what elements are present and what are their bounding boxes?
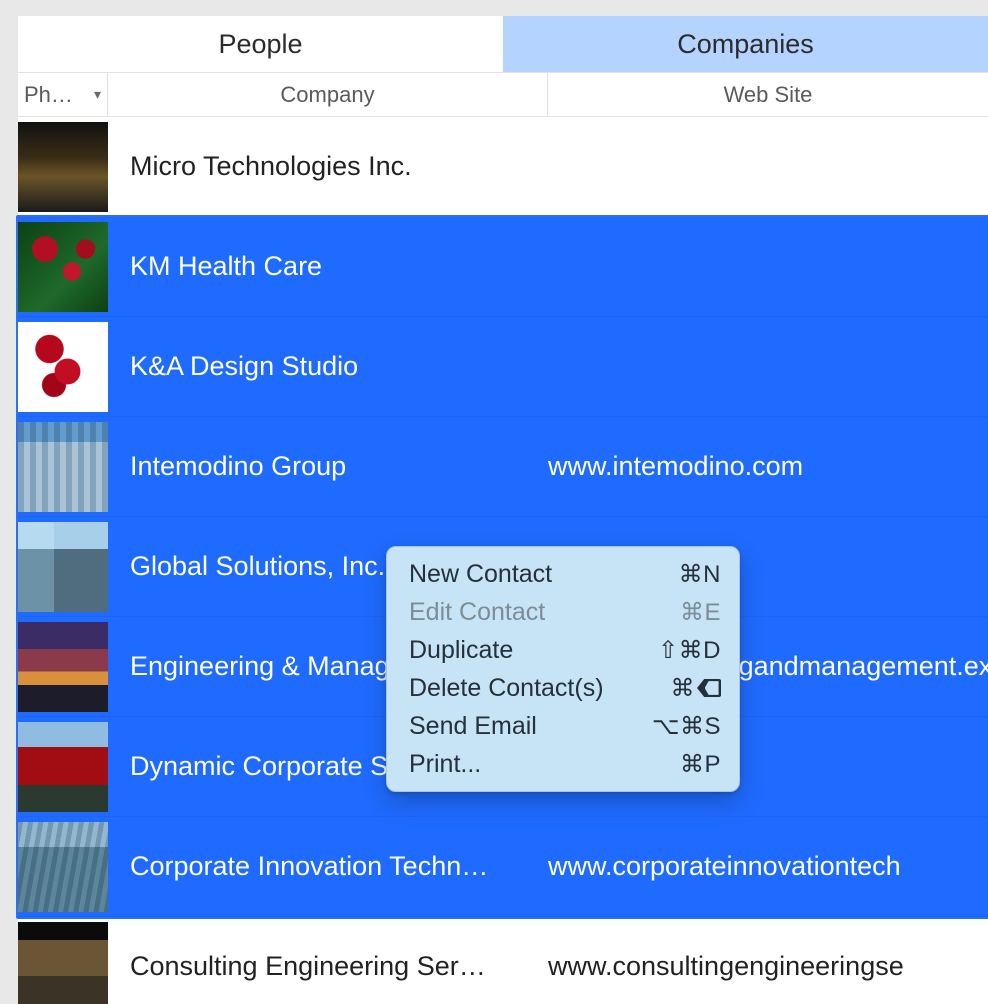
company-name: Consulting Engineering Ser… [130,951,548,982]
company-website: www.intemodino.com [548,451,988,482]
company-name: Micro Technologies Inc. [130,151,548,182]
tab-people[interactable]: People [18,16,503,72]
menu-item-label: New Contact [409,560,552,589]
contacts-window: People Companies Ph… ▾ Company Web Site … [0,0,988,1004]
menu-item-send-email[interactable]: Send Email ⌥⌘S [387,707,739,745]
company-name: Corporate Innovation Techn… [130,851,548,882]
column-header-website[interactable]: Web Site [548,73,988,116]
table-row[interactable]: Consulting Engineering Ser… www.consulti… [18,917,988,1004]
table-row[interactable]: KM Health Care [18,217,988,317]
table-row[interactable]: Micro Technologies Inc. [18,117,988,217]
menu-item-label: Send Email [409,712,537,741]
menu-item-shortcut: ⇧⌘D [658,636,721,665]
table-row[interactable]: Intemodino Group www.intemodino.com [18,417,988,517]
menu-item-shortcut: ⌘ [671,674,722,703]
column-header-company[interactable]: Company [108,73,548,116]
tab-bar: People Companies [18,16,988,72]
chevron-down-icon: ▾ [94,86,101,103]
menu-item-shortcut: ⌘N [679,560,721,589]
column-header-photo-label: Ph… [24,82,90,108]
company-photo [18,622,108,712]
menu-item-print[interactable]: Print... ⌘P [387,745,739,783]
tab-companies[interactable]: Companies [503,16,988,72]
menu-item-delete-contacts[interactable]: Delete Contact(s) ⌘ [387,669,739,707]
company-photo [18,722,108,812]
menu-item-new-contact[interactable]: New Contact ⌘N [387,555,739,593]
company-photo [18,122,108,212]
context-menu: New Contact ⌘N Edit Contact ⌘E Duplicate… [386,546,740,792]
company-photo [18,222,108,312]
company-name: KM Health Care [130,251,548,282]
menu-item-shortcut: ⌘P [680,750,721,779]
company-website: www.consultingengineeringse [548,951,988,982]
menu-item-shortcut: ⌘E [680,598,721,627]
backspace-icon [697,679,721,697]
menu-item-label: Duplicate [409,636,513,665]
company-website: www.corporateinnovationtech [548,851,988,882]
menu-item-duplicate[interactable]: Duplicate ⇧⌘D [387,631,739,669]
menu-item-label: Delete Contact(s) [409,674,604,703]
company-photo [18,422,108,512]
column-headers: Ph… ▾ Company Web Site [18,72,988,116]
command-icon: ⌘ [671,674,696,703]
menu-item-label: Print... [409,750,481,779]
menu-item-label: Edit Contact [409,598,545,627]
table-row[interactable]: Corporate Innovation Techn… www.corporat… [18,817,988,917]
table-row[interactable]: K&A Design Studio [18,317,988,417]
company-photo [18,822,108,912]
company-name: Intemodino Group [130,451,548,482]
company-name: K&A Design Studio [130,351,548,382]
company-photo [18,522,108,612]
column-header-photo[interactable]: Ph… ▾ [18,73,108,116]
menu-item-shortcut: ⌥⌘S [652,712,721,741]
company-photo [18,322,108,412]
company-photo [18,922,108,1004]
menu-item-edit-contact[interactable]: Edit Contact ⌘E [387,593,739,631]
